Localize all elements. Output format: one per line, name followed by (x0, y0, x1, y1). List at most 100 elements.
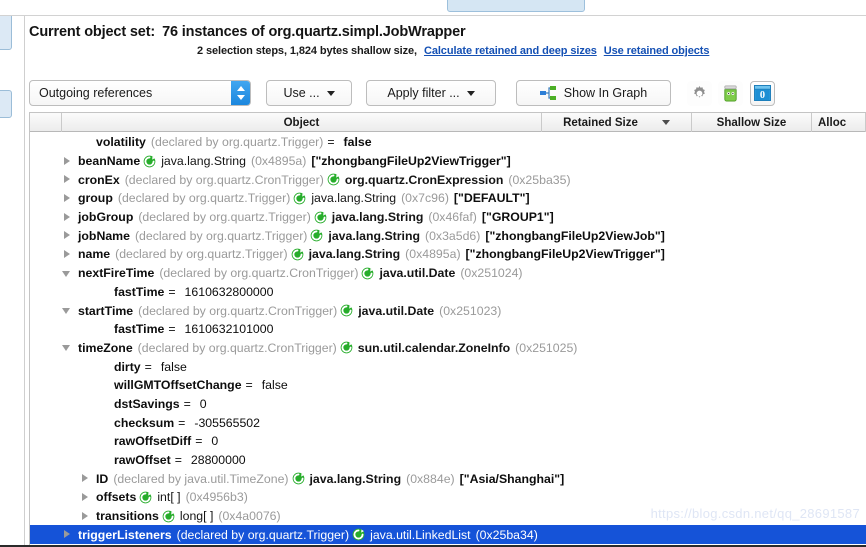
gear-icon[interactable] (687, 80, 712, 106)
twisty-placeholder (98, 380, 109, 391)
equals-sign: = (245, 378, 253, 393)
chevron-right-icon[interactable] (62, 249, 73, 260)
field-name: triggerListeners (78, 527, 172, 542)
field-name: startTime (78, 303, 134, 318)
object-address: (0x4956b3) (185, 490, 248, 505)
chevron-right-icon[interactable] (80, 492, 91, 503)
twisty-placeholder (80, 137, 91, 148)
column-header-shallow-size[interactable]: Shallow Size (692, 113, 812, 132)
tree-row[interactable]: ID (declared by java.util.TimeZone) java.l… (30, 469, 866, 488)
chevron-right-icon[interactable] (62, 529, 73, 540)
chevron-right-icon[interactable] (62, 156, 73, 167)
header-block: Current object set: 76 instances of org.q… (25, 16, 866, 68)
column-header-alloc[interactable]: Alloc (812, 113, 866, 132)
use-retained-objects-link[interactable]: Use retained objects (604, 45, 710, 57)
tree-row[interactable]: nextFireTime (declared by org.quartz.Cron… (30, 264, 866, 283)
field-name: cronEx (78, 172, 120, 187)
chevron-right-icon[interactable] (80, 473, 91, 484)
chevron-down-icon[interactable] (62, 268, 73, 279)
current-object-set-line: Current object set: 76 instances of org.q… (29, 24, 866, 40)
chevron-right-icon[interactable] (62, 212, 73, 223)
twisty-placeholder (98, 361, 109, 372)
tree-row[interactable]: startTime (declared by org.quartz.CronTri… (30, 301, 866, 320)
column-header-retained-size[interactable]: Retained Size (542, 113, 692, 132)
calculate-retained-and-deep-sizes-link[interactable]: Calculate retained and deep sizes (424, 45, 597, 57)
reference-mode-select[interactable]: Outgoing references (29, 80, 251, 106)
object-address: (0x4a0076) (218, 509, 281, 524)
tree-row[interactable]: timeZone (declared by org.quartz.CronTrig… (30, 339, 866, 358)
tree-row[interactable]: jobName (declared by org.quartz.Trigger) j… (30, 226, 866, 245)
tree-row[interactable]: offsets int[ ] (0x4956b3) (30, 488, 866, 507)
type-name: java.lang.String (311, 191, 397, 206)
type-name: java.util.Date (358, 303, 435, 318)
type-name: org.quartz.CronExpression (344, 172, 504, 187)
sort-descending-icon (661, 120, 670, 125)
field-value: ["DEFAULT"] (453, 191, 530, 206)
outgoing-reference-icon (314, 211, 327, 224)
field-value: false (343, 135, 372, 150)
field-value: ["Asia/Shanghai"] (459, 471, 565, 486)
tree-row[interactable]: rawOffset = 28800000 (30, 451, 866, 470)
twisty-placeholder (98, 286, 109, 297)
garbage-collect-icon[interactable] (718, 80, 743, 106)
field-name: rawOffset (114, 453, 171, 468)
tree-row[interactable]: jobGroup (declared by org.quartz.Trigger)… (30, 208, 866, 227)
outgoing-reference-icon (361, 267, 374, 280)
field-name: jobName (78, 228, 130, 243)
show-in-graph-button[interactable]: Show In Graph (516, 80, 671, 106)
graph-nodes-icon (539, 86, 556, 100)
outgoing-reference-icon (162, 510, 175, 523)
outgoing-reference-icon (340, 341, 353, 354)
tree-row[interactable]: willGMTOffsetChange = false (30, 376, 866, 395)
object-address: (0x251024) (460, 266, 523, 281)
use-menu-button[interactable]: Use ... (266, 80, 352, 106)
chevron-right-icon[interactable] (80, 511, 91, 522)
column-header-gutter[interactable] (30, 113, 62, 132)
reference-mode-label: Outgoing references (39, 86, 153, 100)
type-name: java.lang.String (328, 228, 420, 243)
chevron-down-icon[interactable] (62, 305, 73, 316)
field-value: 1610632800000 (184, 284, 274, 299)
tree-row[interactable]: cronEx (declared by org.quartz.CronTrigge… (30, 170, 866, 189)
declaring-class: (declared by org.quartz.CronTrigger) (138, 303, 338, 318)
tree-row[interactable]: checksum = -305565502 (30, 413, 866, 432)
outgoing-reference-icon (139, 491, 152, 504)
show-in-graph-label: Show In Graph (563, 86, 648, 100)
chevron-down-icon[interactable] (62, 342, 73, 353)
object-address: (0x25ba35) (508, 172, 571, 187)
tree-row[interactable]: transitions long[ ] (0x4a0076) (30, 507, 866, 526)
chevron-right-icon[interactable] (62, 230, 73, 241)
outgoing-reference-icon (340, 304, 353, 317)
declaring-class: (declared by org.quartz.Trigger) (150, 135, 324, 150)
chevron-right-icon[interactable] (62, 174, 73, 185)
main-panel: Current object set: 76 instances of org.q… (24, 16, 866, 547)
tree-row[interactable]: triggerListeners (declared by org.quartz.… (30, 525, 866, 545)
field-name: beanName (78, 154, 141, 169)
field-value: 1610632101000 (184, 322, 274, 337)
tree-row[interactable]: name (declared by org.quartz.Trigger) java… (30, 245, 866, 264)
tree-row[interactable]: dstSavings = 0 (30, 395, 866, 414)
tree-row[interactable]: beanName java.lang.String (0x4895a) ["zhong… (30, 152, 866, 171)
column-header-object[interactable]: Object (62, 113, 542, 132)
object-tree-table: Object Retained Size Shallow Size Alloc … (29, 112, 866, 547)
equals-sign: = (178, 415, 186, 430)
declaring-class: (declared by org.quartz.CronTrigger) (137, 340, 337, 355)
outgoing-reference-icon (143, 155, 156, 168)
chevron-right-icon[interactable] (62, 193, 73, 204)
outgoing-reference-icon (291, 248, 304, 261)
tree-row[interactable]: fastTime = 1610632101000 (30, 320, 866, 339)
tree-row[interactable]: group (declared by org.quartz.Trigger) jav… (30, 189, 866, 208)
tree-row[interactable]: volatility (declared by org.quartz.Trigge… (30, 133, 866, 152)
chevron-down-icon (326, 90, 335, 96)
partial-tab-button[interactable] (447, 0, 585, 12)
tree-row[interactable]: rawOffsetDiff = 0 (30, 432, 866, 451)
equals-sign: = (168, 322, 176, 337)
chevron-down-icon (466, 90, 475, 96)
tree-row[interactable]: fastTime = 1610632800000 (30, 283, 866, 302)
apply-filter-menu-button[interactable]: Apply filter ... (366, 80, 496, 106)
info-window-icon[interactable]: 0 (750, 80, 775, 106)
tree-row[interactable]: dirty = false (30, 357, 866, 376)
stepper-updown-icon[interactable] (231, 81, 250, 105)
declaring-class: (declared by org.quartz.CronTrigger) (124, 172, 324, 187)
declaring-class: (declared by java.util.TimeZone) (113, 471, 289, 486)
